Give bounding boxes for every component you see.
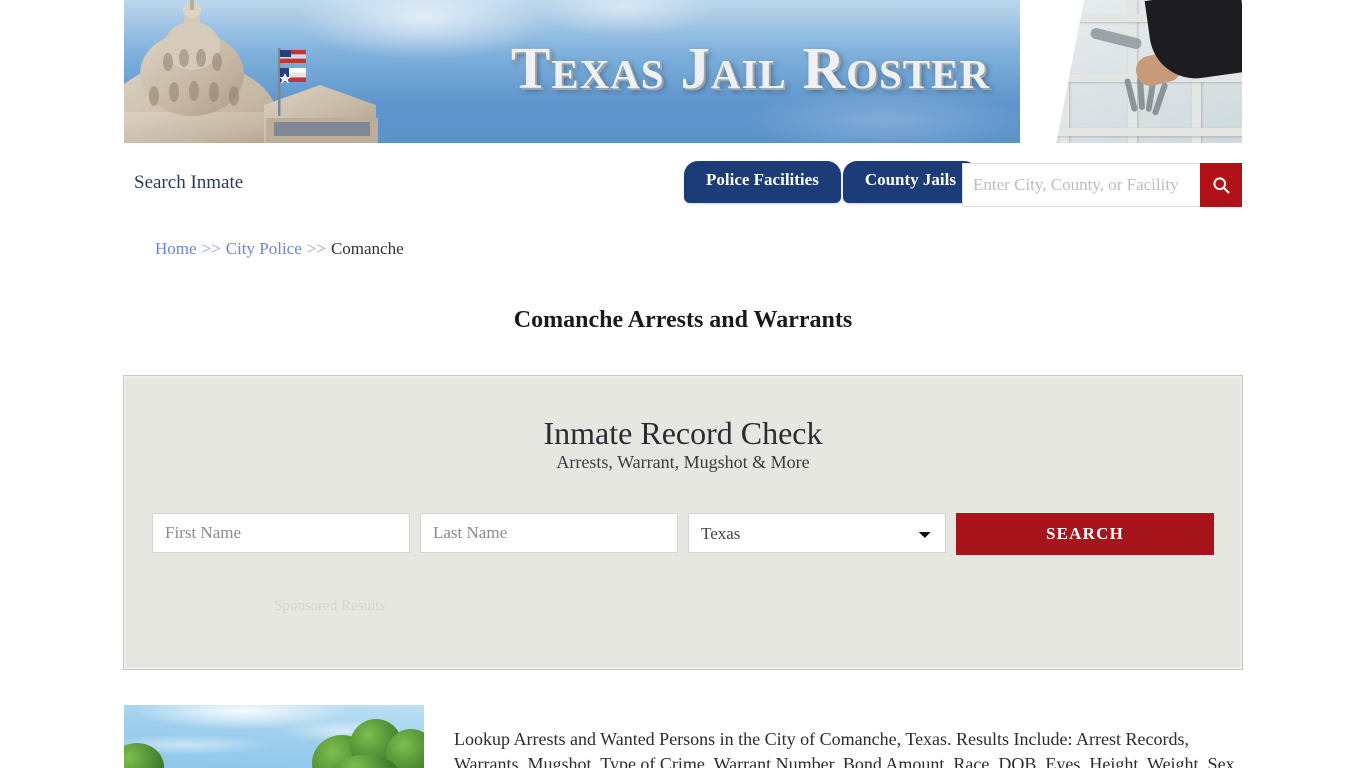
panel-subtitle: Arrests, Warrant, Mugshot & More [556,452,810,472]
content-thumbnail [124,705,424,768]
content-paragraph: Lookup Arrests and Wanted Persons in the… [454,729,1240,768]
tab-police-facilities[interactable]: Police Facilities [684,161,841,203]
breadcrumb-current: Comanche [330,239,404,258]
inmate-search-form: Texas SEARCH [152,513,1216,559]
nav-row: Search Inmate Police Facilities County J… [124,152,1242,212]
breadcrumb-separator-1: >> [201,239,221,258]
facility-search-button[interactable] [1200,163,1242,207]
tab-county-jails[interactable]: County Jails [842,161,978,203]
site-banner: Texas Jail Roster [124,0,1242,143]
breadcrumb: Home >> City Police >> Comanche [155,239,404,259]
nav-tabs: Police Facilities County Jails [684,161,978,203]
sponsored-results-label: Sponsored Results [274,598,386,614]
inmate-record-check-panel: Inmate Record Check Arrests, Warrant, Mu… [123,375,1243,670]
facility-search [962,163,1242,207]
banner-title: Texas Jail Roster [510,35,991,101]
breadcrumb-home[interactable]: Home [155,239,197,258]
content-section: Lookup Arrests and Wanted Persons in the… [124,705,1244,768]
search-inmate-label: Search Inmate [134,172,244,193]
breadcrumb-separator-2: >> [306,239,326,258]
search-icon [1213,177,1230,194]
page-root: Texas Jail Roster Search Inmate Police F… [0,0,1366,768]
breadcrumb-city-police[interactable]: City Police [226,239,302,258]
first-name-input[interactable] [152,513,410,553]
panel-title: Inmate Record Check [543,415,823,451]
inmate-search-button[interactable]: SEARCH [956,513,1214,555]
state-select[interactable]: Texas [688,513,946,553]
facility-search-input[interactable] [962,163,1200,207]
last-name-input[interactable] [420,513,678,553]
page-title: Comanche Arrests and Warrants [513,307,853,334]
